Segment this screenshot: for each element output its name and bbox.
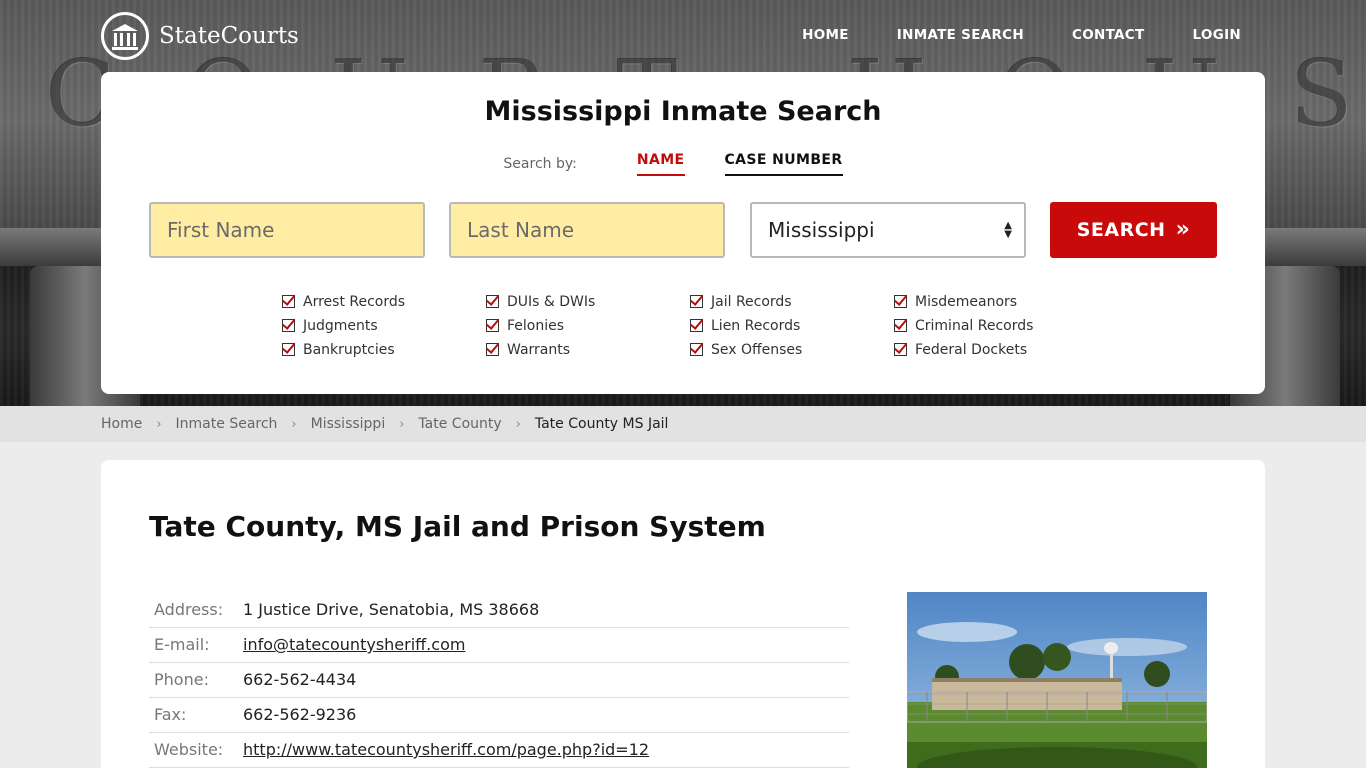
- tab-case-number[interactable]: CASE NUMBER: [724, 152, 843, 176]
- category-item[interactable]: Sex Offenses: [690, 340, 894, 359]
- checkbox-checked-icon: [690, 319, 703, 332]
- checkbox-checked-icon: [486, 295, 499, 308]
- nav-contact[interactable]: CONTACT: [1072, 27, 1145, 43]
- checkbox-checked-icon: [894, 295, 907, 308]
- phone-value: 662-562-4434: [238, 662, 849, 698]
- category-item[interactable]: Warrants: [486, 340, 690, 359]
- checkbox-checked-icon: [282, 295, 295, 308]
- table-row: E-mail: info@tatecountysheriff.com: [149, 627, 849, 663]
- top-nav: StateCourts HOME INMATE SEARCH CONTACT L…: [0, 0, 1366, 72]
- table-row: Website: http://www.tatecountysheriff.co…: [149, 732, 849, 768]
- info-label: E-mail:: [149, 627, 238, 663]
- address-value: 1 Justice Drive, Senatobia, MS 38668: [238, 592, 849, 628]
- search-button-label: SEARCH: [1076, 219, 1166, 241]
- breadcrumb-state[interactable]: Mississippi: [311, 416, 386, 432]
- category-item[interactable]: Judgments: [282, 316, 486, 335]
- website-link[interactable]: http://www.tatecountysheriff.com/page.ph…: [243, 740, 649, 759]
- category-item[interactable]: Lien Records: [690, 316, 894, 335]
- category-item[interactable]: Arrest Records: [282, 292, 486, 311]
- breadcrumb-current: Tate County MS Jail: [534, 416, 669, 432]
- info-label: Website:: [149, 732, 238, 768]
- facility-card: Tate County, MS Jail and Prison System A…: [101, 460, 1265, 768]
- checkbox-checked-icon: [486, 343, 499, 356]
- category-item[interactable]: Federal Dockets: [894, 340, 1098, 359]
- table-row: Phone: 662-562-4434: [149, 662, 849, 698]
- table-row: Fax: 662-562-9236: [149, 697, 849, 733]
- checkbox-checked-icon: [894, 319, 907, 332]
- category-item[interactable]: DUIs & DWIs: [486, 292, 690, 311]
- facility-photo: [907, 592, 1207, 768]
- category-item[interactable]: Criminal Records: [894, 316, 1098, 335]
- breadcrumb-inmate-search[interactable]: Inmate Search: [176, 416, 278, 432]
- category-item[interactable]: Jail Records: [690, 292, 894, 311]
- fax-value: 662-562-9236: [238, 697, 849, 733]
- state-select-value: Mississippi: [768, 218, 875, 242]
- state-select[interactable]: Mississippi ▲ ▼: [750, 202, 1026, 258]
- breadcrumb: Home › Inmate Search › Mississippi › Tat…: [0, 406, 1366, 442]
- category-item[interactable]: Bankruptcies: [282, 340, 486, 359]
- facility-info-table: Address: 1 Justice Drive, Senatobia, MS …: [149, 592, 849, 768]
- info-label: Address:: [149, 592, 238, 628]
- first-name-input[interactable]: [149, 202, 425, 258]
- logo[interactable]: StateCourts: [101, 12, 299, 60]
- chevron-right-icon: ›: [156, 416, 162, 432]
- brand-name: StateCourts: [159, 23, 299, 49]
- checkbox-checked-icon: [282, 343, 295, 356]
- checkbox-checked-icon: [282, 319, 295, 332]
- last-name-input[interactable]: [449, 202, 725, 258]
- page-title: Tate County, MS Jail and Prison System: [149, 510, 766, 543]
- search-card: Mississippi Inmate Search Search by: NAM…: [101, 72, 1265, 394]
- search-button[interactable]: SEARCH »: [1050, 202, 1217, 258]
- breadcrumb-home[interactable]: Home: [101, 416, 142, 432]
- search-title: Mississippi Inmate Search: [484, 96, 882, 127]
- courthouse-logo-icon: [101, 12, 149, 60]
- chevron-right-icon: ›: [515, 416, 521, 432]
- breadcrumb-county[interactable]: Tate County: [418, 416, 501, 432]
- tab-name[interactable]: NAME: [636, 152, 685, 176]
- category-item[interactable]: Misdemeanors: [894, 292, 1098, 311]
- double-chevron-right-icon: »: [1175, 217, 1191, 242]
- nav-login[interactable]: LOGIN: [1193, 27, 1242, 43]
- search-by: Search by: NAME CASE NUMBER: [101, 152, 1265, 176]
- chevron-right-icon: ›: [399, 416, 405, 432]
- search-by-label: Search by:: [503, 156, 577, 172]
- table-row: Address: 1 Justice Drive, Senatobia, MS …: [149, 592, 849, 628]
- info-label: Fax:: [149, 697, 238, 733]
- checkbox-checked-icon: [486, 319, 499, 332]
- nav-inmate-search[interactable]: INMATE SEARCH: [897, 27, 1024, 43]
- select-arrows-icon: ▲ ▼: [1004, 220, 1012, 240]
- checkbox-checked-icon: [690, 295, 703, 308]
- nav-home[interactable]: HOME: [802, 27, 849, 43]
- info-label: Phone:: [149, 662, 238, 698]
- checkbox-checked-icon: [690, 343, 703, 356]
- checkbox-checked-icon: [894, 343, 907, 356]
- record-categories: Arrest Records DUIs & DWIs Jail Records …: [282, 292, 1098, 359]
- main-menu: HOME INMATE SEARCH CONTACT LOGIN: [802, 27, 1241, 43]
- chevron-right-icon: ›: [291, 416, 297, 432]
- email-link[interactable]: info@tatecountysheriff.com: [243, 635, 465, 654]
- category-item[interactable]: Felonies: [486, 316, 690, 335]
